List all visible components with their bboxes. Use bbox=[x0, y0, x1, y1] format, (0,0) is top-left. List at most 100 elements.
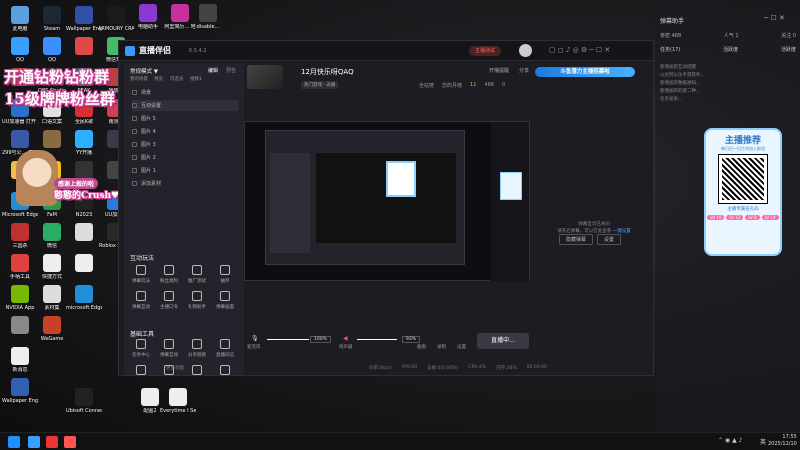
mic-slider[interactable] bbox=[267, 339, 309, 340]
row-tab-scene[interactable]: 我的场景 bbox=[130, 76, 148, 82]
eye-icon[interactable] bbox=[132, 155, 137, 160]
live-test-button[interactable]: 主播测试 bbox=[469, 46, 502, 56]
tool-button[interactable]: 弹幕互动 bbox=[130, 291, 152, 310]
tool-button[interactable]: 弹幕互动 bbox=[158, 339, 180, 358]
room-cover[interactable] bbox=[247, 65, 283, 89]
desktop-icon-col3-9[interactable]: microsoft Edge bbox=[66, 285, 102, 311]
source-item[interactable]: 图片 4 bbox=[132, 126, 238, 137]
eye-icon[interactable] bbox=[132, 103, 137, 108]
desktop-icon-col3-7[interactable] bbox=[66, 223, 102, 243]
desktop-icon-extra-4[interactable]: Everytime I See a Dl... bbox=[160, 388, 196, 414]
tool-button[interactable]: 播放器 bbox=[186, 365, 208, 375]
tool-button[interactable]: 推广测试 bbox=[186, 265, 208, 284]
screenshot-button[interactable]: 截图 bbox=[417, 344, 426, 350]
eye-icon[interactable] bbox=[132, 181, 137, 186]
desktop-icon-col1-7[interactable]: 三国杀 bbox=[2, 223, 38, 249]
source-item[interactable]: 添加素材 bbox=[132, 178, 238, 189]
more-functions[interactable]: 更多功能 bbox=[166, 365, 184, 371]
desktop-icon-col3-4[interactable]: YY开播 bbox=[66, 130, 102, 156]
tool-button[interactable]: 礼物助手 bbox=[186, 291, 208, 310]
clock[interactable]: 17:55 2025/12/10 bbox=[768, 434, 797, 448]
source-item[interactable]: 场景 bbox=[132, 87, 238, 98]
row-tab-light[interactable]: 可选光 bbox=[170, 76, 184, 82]
desktop-icon-extra-0[interactable]: 电脑助手 bbox=[130, 4, 166, 30]
side-tab-tasks[interactable]: 任务(17) bbox=[660, 46, 680, 53]
side-tab-activity[interactable]: 活跃度 bbox=[723, 46, 738, 53]
input-language[interactable]: 英 bbox=[760, 437, 766, 446]
desktop-icon-extra-2[interactable]: disable... bbox=[190, 4, 226, 30]
eye-icon[interactable] bbox=[132, 142, 137, 147]
tab-preview[interactable]: 预告 bbox=[226, 67, 236, 74]
eye-icon[interactable] bbox=[132, 168, 137, 173]
anchor-promo-card[interactable]: 主播推荐 每日扫一扫方式加入群组 主播专属名礼码 LV 10 LV 12 LV 8L… bbox=[704, 128, 782, 256]
desktop-icon-col1-8[interactable]: 手柄工具 bbox=[2, 254, 38, 280]
row-tab-video[interactable]: 视频1 bbox=[190, 76, 202, 82]
danmaku-settings-button[interactable]: 设置 bbox=[597, 234, 622, 245]
desktop-icon-col1-0[interactable]: 此电脑 bbox=[2, 6, 38, 32]
desktop-icon-col1-10[interactable] bbox=[2, 316, 38, 336]
window-controls[interactable]: ▢ ◻ ♪ ◎ ⚙ ─ ☐ ✕ bbox=[549, 46, 610, 54]
desktop-icon-col1-12[interactable]: Wallpaper Engine bbox=[2, 378, 38, 404]
source-item[interactable]: 图片 3 bbox=[132, 139, 238, 150]
tool-button[interactable]: 直播间信 bbox=[214, 339, 236, 358]
row-tab-preview[interactable]: 预览 bbox=[154, 76, 163, 82]
mic-volume[interactable]: 100% bbox=[310, 336, 331, 343]
speaker-slider[interactable] bbox=[357, 339, 397, 340]
tool-button[interactable]: 下播预约 bbox=[214, 365, 236, 375]
desktop-icon-col4-0[interactable]: ARMOURY CRATE bbox=[98, 6, 134, 32]
mic-icon[interactable]: 🎙 bbox=[251, 335, 259, 342]
eye-icon[interactable] bbox=[132, 129, 137, 134]
tool-button[interactable]: 分享链接 bbox=[186, 339, 208, 358]
speaker-icon[interactable]: ◀ bbox=[343, 335, 348, 342]
start-icon[interactable] bbox=[8, 436, 20, 448]
tool-button[interactable]: 弹幕玩法 bbox=[130, 265, 152, 284]
desktop-icon-col2-9[interactable]: 素材集 bbox=[34, 285, 70, 311]
desktop-icon-col2-7[interactable]: 微信 bbox=[34, 223, 70, 249]
desktop-icon-col2-10[interactable]: WeGame bbox=[34, 316, 70, 342]
tool-button[interactable]: 粉丝福利 bbox=[158, 265, 180, 284]
tray-icons[interactable]: ⌃ ◉ ▲ ♪ bbox=[718, 437, 742, 444]
user-avatar[interactable] bbox=[519, 44, 532, 57]
tool-button[interactable]: 弹幕画面 bbox=[214, 291, 236, 310]
alert-button[interactable]: 开播提醒 bbox=[489, 67, 509, 74]
stat-month-rank[interactable]: 您的月榜 bbox=[442, 82, 462, 89]
go-live-button[interactable]: 直播中... bbox=[477, 333, 529, 349]
share-button[interactable]: 分享 bbox=[519, 67, 529, 74]
panel-mode[interactable]: 常规模式 ▼ bbox=[130, 67, 158, 75]
desktop-icon-col1-9[interactable]: NVIDIA App bbox=[2, 285, 38, 311]
recruit-banner[interactable]: 斗鱼潜力主播招募啦 bbox=[535, 67, 635, 77]
record-button[interactable]: 录制 bbox=[437, 344, 446, 350]
desktop-icon-col3-1[interactable] bbox=[66, 37, 102, 57]
tab-edit[interactable]: 编辑 bbox=[208, 67, 218, 74]
stat-site-rank[interactable]: 全站榜 bbox=[419, 82, 434, 89]
side-controls[interactable]: ─ ☐ ✕ bbox=[764, 14, 785, 22]
desktop-icon-col1-1[interactable]: QQ bbox=[2, 37, 38, 63]
source-item[interactable]: 图片 2 bbox=[132, 152, 238, 163]
room-category[interactable]: 热门游戏 · 去播 bbox=[301, 81, 339, 89]
taskbar-app-3-icon[interactable] bbox=[64, 436, 76, 448]
source-item[interactable]: 图片 1 bbox=[132, 165, 238, 176]
desktop-icon-extra-5[interactable]: Ubisoft Connect bbox=[66, 388, 102, 414]
desktop-icon-col3-8[interactable] bbox=[66, 254, 102, 274]
tool-button[interactable]: 弹幕发 bbox=[130, 365, 152, 375]
taskbar-app-1-icon[interactable] bbox=[28, 436, 40, 448]
side-tab-activity-2[interactable]: 活跃度 bbox=[781, 46, 796, 53]
hide-danmaku-button[interactable]: 隐藏弹幕 bbox=[559, 234, 594, 245]
desktop-icon-col2-0[interactable]: Steam bbox=[34, 6, 70, 32]
tool-button[interactable]: 抽奖 bbox=[214, 265, 236, 284]
desktop-icon-col3-0[interactable]: Wallpaper Engine... bbox=[66, 6, 102, 32]
eye-icon[interactable] bbox=[132, 90, 137, 95]
tool-button[interactable]: 任务中心 bbox=[130, 339, 152, 358]
desktop-icon-col2-1[interactable]: QQ bbox=[34, 37, 70, 63]
desktop-icon-col1-11[interactable]: 新消息 bbox=[2, 347, 38, 373]
tool-button[interactable]: 主播口令 bbox=[158, 291, 180, 310]
room-title[interactable]: 12月快乐呀QAQ bbox=[301, 67, 354, 77]
desktop-icon-col2-4[interactable] bbox=[34, 130, 70, 150]
stream-preview[interactable] bbox=[244, 121, 530, 282]
desktop-icon-col2-8[interactable]: 快捷方式 bbox=[34, 254, 70, 280]
settings-button[interactable]: 设置 bbox=[457, 344, 466, 350]
speaker-volume[interactable]: 93% bbox=[402, 336, 421, 343]
source-item[interactable]: 图片 5 bbox=[132, 113, 238, 124]
source-item[interactable]: 互动设置 bbox=[132, 100, 238, 111]
taskbar-app-2-icon[interactable] bbox=[46, 436, 58, 448]
